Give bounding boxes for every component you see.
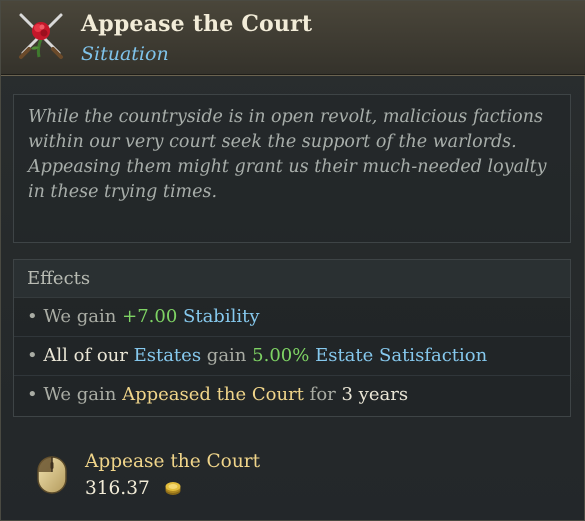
effect-text: We gain <box>43 306 117 327</box>
situation-type-label: Situation <box>81 43 169 65</box>
action-cost: 316.37 <box>85 478 182 499</box>
cost-value: 316.37 <box>85 478 150 499</box>
effect-text: All of our <box>43 345 128 366</box>
estate-satisfaction-link[interactable]: Estate Satisfaction <box>315 345 487 366</box>
modifier-link[interactable]: Appeased the Court <box>122 384 304 405</box>
situation-tooltip: Appease the Court Situation While the co… <box>0 0 585 521</box>
effect-text: gain <box>206 345 247 366</box>
description-text: While the countryside is in open revolt,… <box>28 107 547 202</box>
tooltip-header: Appease the Court Situation <box>1 1 585 76</box>
bullet: • <box>27 306 38 327</box>
page-title: Appease the Court <box>81 11 313 37</box>
appease-action[interactable]: Appease the Court 316.37 <box>35 451 535 511</box>
effects-panel: Effects • We gain +7.00 Stability • All … <box>13 259 571 417</box>
effect-text: We gain <box>43 384 117 405</box>
mouse-left-click-icon <box>37 456 67 494</box>
estates-link[interactable]: Estates <box>134 345 201 366</box>
effect-value: 5.00% <box>252 345 310 366</box>
duration-value: 3 years <box>341 384 409 405</box>
gold-coin-icon <box>165 481 181 495</box>
effect-text: for <box>309 384 336 405</box>
bullet: • <box>27 345 38 366</box>
action-label: Appease the Court <box>85 451 261 472</box>
bullet: • <box>27 384 38 405</box>
crossed-swords-rose-icon <box>19 13 63 59</box>
effect-value: +7.00 <box>122 306 178 327</box>
effect-row-estates: • All of our Estates gain 5.00% Estate S… <box>14 337 570 376</box>
effect-row-stability: • We gain +7.00 Stability <box>14 298 570 337</box>
effects-heading: Effects <box>14 260 570 298</box>
stability-link[interactable]: Stability <box>183 306 260 327</box>
effect-row-modifier: • We gain Appeased the Court for 3 years <box>14 376 570 415</box>
description-panel: While the countryside is in open revolt,… <box>13 94 571 243</box>
